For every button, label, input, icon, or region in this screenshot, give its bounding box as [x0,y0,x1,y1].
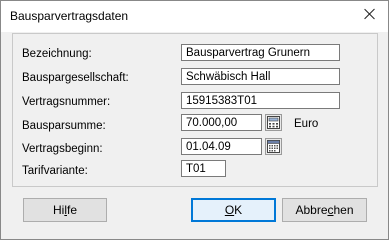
title-bar: Bausparvertragsdaten [1,1,388,32]
dialog-window: Bausparvertragsdaten Bezeichnung: Bauspa… [0,0,389,240]
window-title: Bausparvertragsdaten [10,9,129,23]
currency-unit: Euro [294,118,319,130]
cancel-label-pre: Abbre [295,203,328,217]
ok-label-key: O [224,203,235,217]
cancel-button[interactable]: Abbrechen [282,198,367,222]
vertragsbeginn-label: Vertragsbeginn: [22,143,103,155]
help-label-pre: Hi [52,203,65,217]
tarifvariante-input[interactable]: T01 [181,160,226,177]
tarifvariante-label: Tarifvariante: [22,165,88,177]
close-icon[interactable] [363,7,377,21]
ok-button[interactable]: OK [191,198,276,222]
ok-label-post: K [234,203,243,217]
bezeichnung-input[interactable]: Bausparvertrag Grunern [181,44,340,61]
cancel-label-post: hen [333,203,354,217]
calendar-icon[interactable] [265,138,282,155]
vertragsbeginn-input[interactable]: 01.04.09 [181,138,262,155]
help-button[interactable]: Hilfe [23,198,107,222]
vertragsnummer-label: Vertragsnummer: [22,96,111,108]
bauspargesellschaft-label: Bauspargesellschaft: [22,72,129,84]
calculator-icon[interactable] [265,114,282,131]
vertragsnummer-input[interactable]: 15915383T01 [181,92,340,109]
bezeichnung-label: Bezeichnung: [22,48,92,60]
bausparsumme-input[interactable]: 70.000,00 [181,114,262,131]
help-label-post: fe [67,203,78,217]
bausparsumme-label: Bausparsumme: [22,120,106,132]
bauspargesellschaft-input[interactable]: Schwäbisch Hall [181,68,340,85]
